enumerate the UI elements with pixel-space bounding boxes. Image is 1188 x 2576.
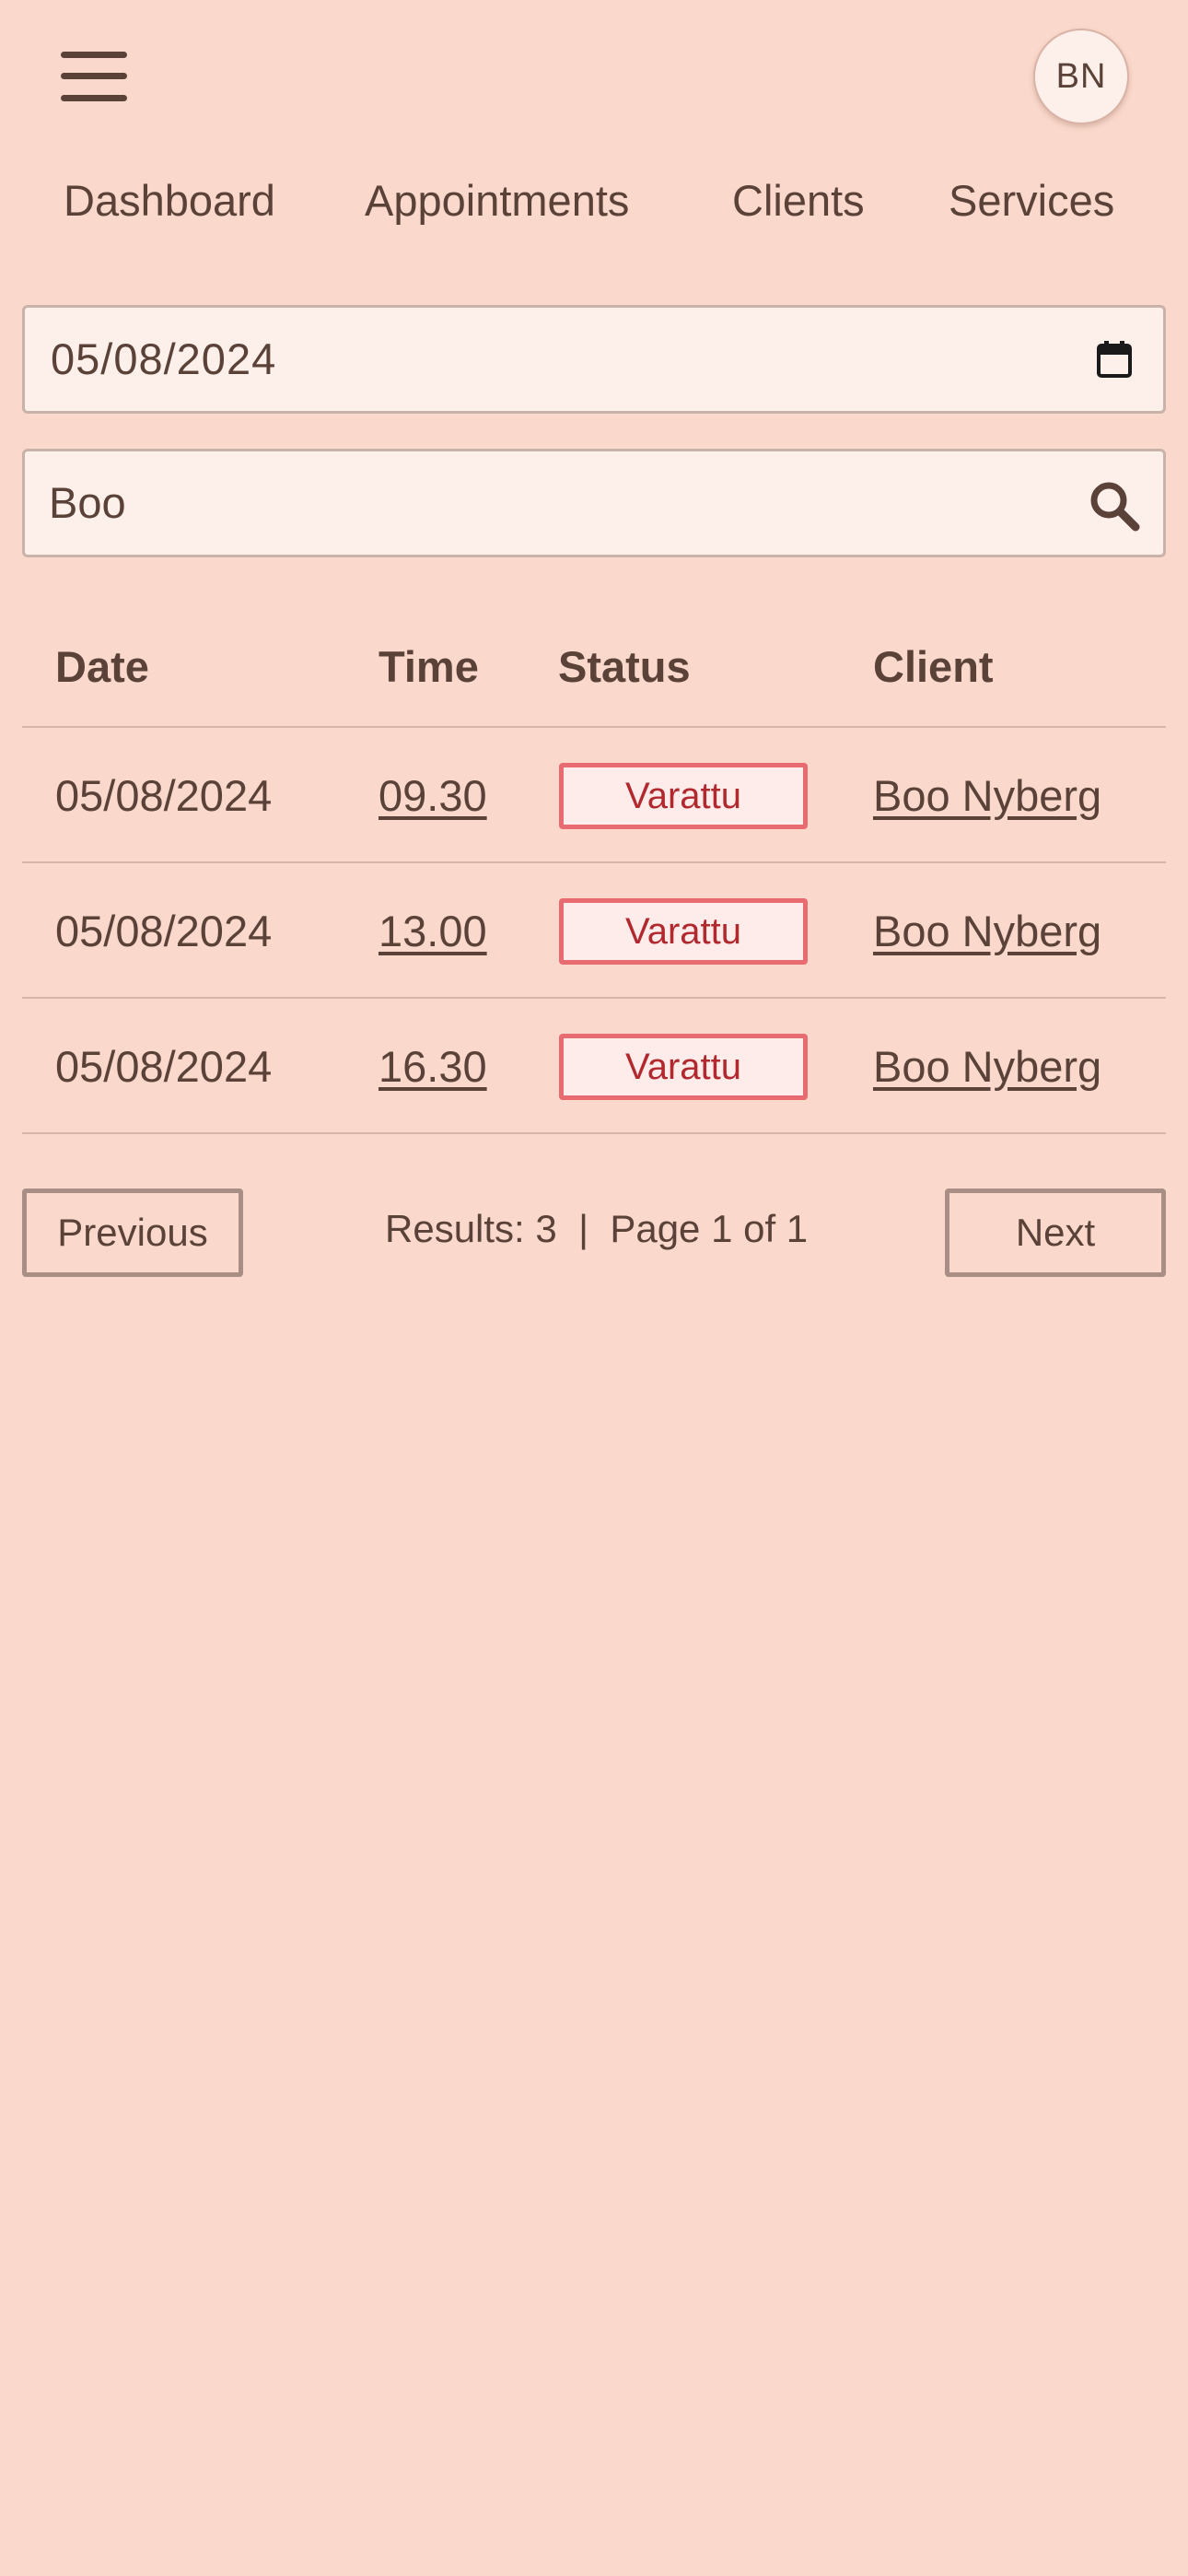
row-time-link[interactable]: 16.30 xyxy=(379,1041,487,1092)
column-header-date[interactable]: Date xyxy=(55,641,149,692)
nav-item-dashboard[interactable]: Dashboard xyxy=(64,175,275,226)
avatar[interactable]: BN xyxy=(1033,29,1129,124)
column-header-time[interactable]: Time xyxy=(379,641,479,692)
top-bar: BN xyxy=(0,0,1188,157)
nav-item-services[interactable]: Services xyxy=(949,175,1114,226)
status-badge: Varattu xyxy=(559,1034,808,1100)
row-client-link[interactable]: Boo Nyberg xyxy=(873,1041,1101,1092)
appointments-table: Date Time Status Client 05/08/2024 09.30… xyxy=(22,608,1166,1134)
search-field[interactable]: Boo xyxy=(22,449,1166,557)
calendar-icon[interactable] xyxy=(1097,341,1132,378)
date-picker-field[interactable]: 05/08/2024 xyxy=(22,305,1166,414)
table-header: Date Time Status Client xyxy=(22,608,1166,728)
nav-item-clients[interactable]: Clients xyxy=(732,175,865,226)
date-value: 05/08/2024 xyxy=(51,334,277,383)
row-time-link[interactable]: 09.30 xyxy=(379,770,487,821)
main-nav: Dashboard Appointments Clients Services xyxy=(0,175,1188,240)
previous-button[interactable]: Previous xyxy=(22,1188,243,1277)
status-badge: Varattu xyxy=(559,763,808,829)
table-row: 05/08/2024 09.30 Varattu Boo Nyberg xyxy=(22,728,1166,863)
row-time-link[interactable]: 13.00 xyxy=(379,906,487,956)
row-client-link[interactable]: Boo Nyberg xyxy=(873,906,1101,956)
table-row: 05/08/2024 16.30 Varattu Boo Nyberg xyxy=(22,999,1166,1134)
column-header-status[interactable]: Status xyxy=(558,641,691,692)
search-input[interactable]: Boo xyxy=(49,451,126,555)
row-date: 05/08/2024 xyxy=(55,1042,273,1091)
table-row: 05/08/2024 13.00 Varattu Boo Nyberg xyxy=(22,863,1166,999)
pagination-info: Results: 3 | Page 1 of 1 xyxy=(385,1207,809,1250)
search-icon[interactable] xyxy=(1088,479,1141,533)
row-client-link[interactable]: Boo Nyberg xyxy=(873,770,1101,821)
column-header-client[interactable]: Client xyxy=(873,641,994,692)
hamburger-menu-icon[interactable] xyxy=(61,52,127,101)
next-button[interactable]: Next xyxy=(945,1188,1166,1277)
nav-item-appointments[interactable]: Appointments xyxy=(365,175,629,226)
row-date: 05/08/2024 xyxy=(55,907,273,955)
row-date: 05/08/2024 xyxy=(55,771,273,820)
status-badge: Varattu xyxy=(559,898,808,965)
